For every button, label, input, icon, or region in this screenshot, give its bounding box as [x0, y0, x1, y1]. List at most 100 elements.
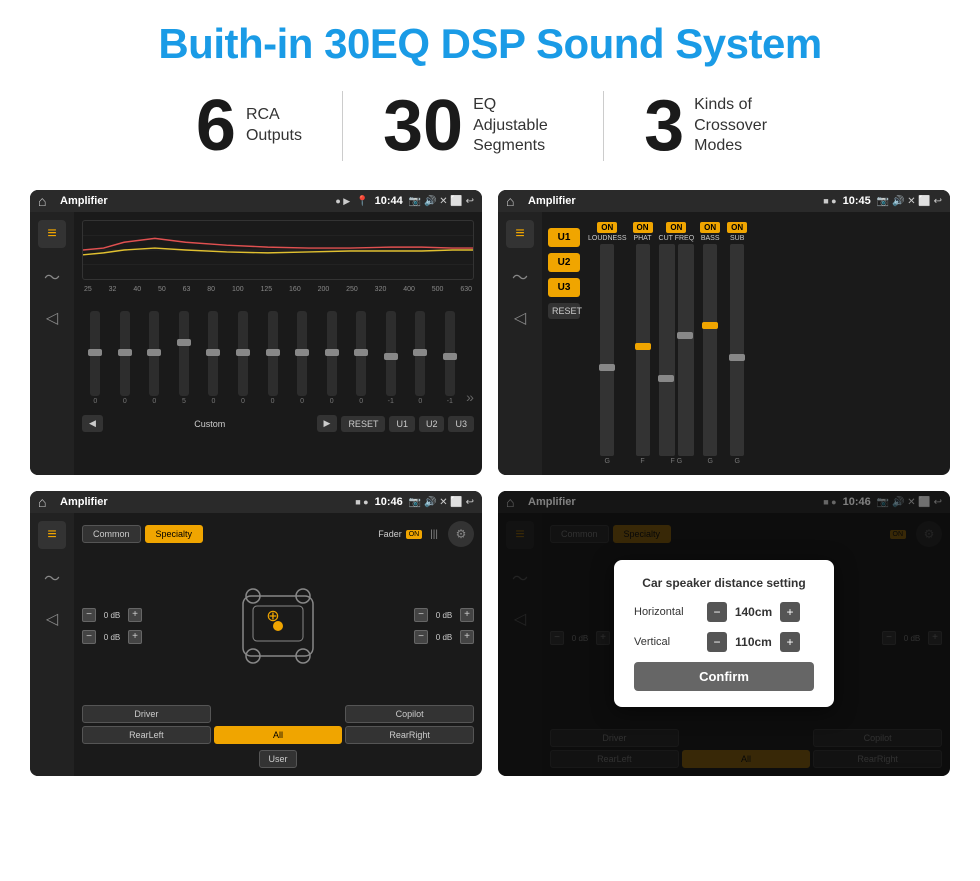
- slider-7[interactable]: 0: [259, 311, 286, 405]
- sub-label: SUB: [730, 235, 744, 242]
- more-arrow[interactable]: »: [466, 389, 474, 405]
- settings-icon[interactable]: ⚙: [448, 521, 474, 547]
- slider-13[interactable]: -1: [437, 311, 464, 405]
- minus-rr[interactable]: −: [414, 630, 428, 644]
- loudness-label: LOUDNESS: [588, 235, 627, 242]
- loudness-val: G: [605, 458, 610, 465]
- copilot-btn[interactable]: Copilot: [345, 705, 474, 723]
- speaker-icon-1[interactable]: ◁: [38, 304, 66, 332]
- slider-5[interactable]: 0: [200, 311, 227, 405]
- eq-icon-1[interactable]: ≡: [38, 220, 66, 248]
- location-icon-1: 📍: [356, 196, 368, 207]
- prev-btn[interactable]: ◀: [82, 415, 103, 432]
- custom-label: Custom: [107, 419, 313, 429]
- minus-fr[interactable]: −: [414, 608, 428, 622]
- slider-10[interactable]: 0: [348, 311, 375, 405]
- stat-text-crossover: Kinds ofCrossover Modes: [694, 95, 784, 157]
- u3-btn-1[interactable]: U3: [448, 416, 474, 432]
- slider-8[interactable]: 0: [289, 311, 316, 405]
- horizontal-row: Horizontal − 140cm +: [634, 602, 814, 622]
- wave-icon-2[interactable]: 〜: [506, 262, 534, 290]
- reset-btn-1[interactable]: RESET: [341, 416, 385, 432]
- common-tab[interactable]: Common: [82, 525, 141, 543]
- wave-icon-1[interactable]: 〜: [38, 262, 66, 290]
- val-rl: 0 dB: [98, 633, 126, 642]
- u3-preset[interactable]: U3: [548, 278, 580, 297]
- speaker-icon-3[interactable]: ◁: [38, 605, 66, 633]
- screens-grid: ⌂ Amplifier ● ▶ 📍 10:44 📷 🔊 ✕ ⬜ ↩ ≡ 〜 ◁: [30, 190, 950, 776]
- eq-icon-2[interactable]: ≡: [506, 220, 534, 248]
- db-control-fr: − 0 dB +: [414, 608, 474, 622]
- stat-crossover: 3 Kinds ofCrossover Modes: [604, 90, 824, 162]
- slider-2[interactable]: 0: [112, 311, 139, 405]
- val-rr: 0 dB: [430, 633, 458, 642]
- rearleft-btn[interactable]: RearLeft: [82, 726, 211, 744]
- slider-12[interactable]: 0: [407, 311, 434, 405]
- stat-number-eq: 30: [383, 90, 463, 162]
- speaker-icon-2[interactable]: ◁: [506, 304, 534, 332]
- time-1: 10:44: [375, 195, 403, 207]
- app-name-2: Amplifier: [528, 195, 817, 207]
- vertical-plus[interactable]: +: [780, 632, 800, 652]
- eq-chart: [82, 220, 474, 280]
- dialog-title: Car speaker distance setting: [634, 576, 814, 590]
- val-fr: 0 dB: [430, 611, 458, 620]
- minus-fl[interactable]: −: [82, 608, 96, 622]
- cutfreq-val: F G: [671, 458, 683, 465]
- phat-label: PHAT: [633, 235, 651, 242]
- right-icons-3: 📷 🔊 ✕ ⬜ ↩: [409, 497, 474, 508]
- phat-on: ON: [633, 222, 653, 233]
- reset-btn-2[interactable]: RESET: [548, 303, 580, 319]
- stat-text-rca: RCAOutputs: [246, 105, 302, 147]
- horizontal-plus[interactable]: +: [780, 602, 800, 622]
- freq-labels: 2532405063 80100125160200 25032040050063…: [82, 286, 474, 293]
- slider-4[interactable]: 5: [171, 311, 198, 405]
- status-icons-1: 📍: [356, 196, 368, 207]
- plus-rr[interactable]: +: [460, 630, 474, 644]
- horizontal-minus[interactable]: −: [707, 602, 727, 622]
- fader-sliders: |||: [430, 529, 438, 540]
- svg-text:⊕: ⊕: [266, 608, 279, 625]
- slider-3[interactable]: 0: [141, 311, 168, 405]
- home-icon-2[interactable]: ⌂: [506, 193, 522, 209]
- wave-icon-3[interactable]: 〜: [38, 563, 66, 591]
- confirm-button[interactable]: Confirm: [634, 662, 814, 691]
- slider-6[interactable]: 0: [230, 311, 257, 405]
- stat-number-crossover: 3: [644, 90, 684, 162]
- screen-dialog: ⌂ Amplifier ■ ● 10:46 📷 🔊 ✕ ⬜ ↩ ≡ 〜 ◁ Co…: [498, 491, 950, 776]
- slider-11[interactable]: -1: [377, 311, 404, 405]
- dialog-overlay: Car speaker distance setting Horizontal …: [498, 491, 950, 776]
- stat-eq: 30 EQ AdjustableSegments: [343, 90, 603, 162]
- val-fl: 0 dB: [98, 611, 126, 620]
- bass-label: BASS: [701, 235, 720, 242]
- vertical-minus[interactable]: −: [707, 632, 727, 652]
- home-icon-1[interactable]: ⌂: [38, 193, 54, 209]
- app-name-1: Amplifier: [60, 195, 329, 207]
- u1-preset[interactable]: U1: [548, 228, 580, 247]
- vertical-value: 110cm: [731, 635, 776, 649]
- status-bar-3: ⌂ Amplifier ■ ● 10:46 📷 🔊 ✕ ⬜ ↩: [30, 491, 482, 513]
- u2-btn-1[interactable]: U2: [419, 416, 445, 432]
- play-btn[interactable]: ▶: [317, 415, 338, 432]
- plus-fl[interactable]: +: [128, 608, 142, 622]
- plus-fr[interactable]: +: [460, 608, 474, 622]
- minus-rl[interactable]: −: [82, 630, 96, 644]
- rearright-btn[interactable]: RearRight: [345, 726, 474, 744]
- slider-9[interactable]: 0: [318, 311, 345, 405]
- plus-rl[interactable]: +: [128, 630, 142, 644]
- driver-btn[interactable]: Driver: [82, 705, 211, 723]
- eq-icon-3[interactable]: ≡: [38, 521, 66, 549]
- slider-1[interactable]: 0: [82, 311, 109, 405]
- time-2: 10:45: [843, 195, 871, 207]
- all-btn[interactable]: All: [214, 726, 343, 744]
- specialty-tab[interactable]: Specialty: [145, 525, 204, 543]
- vertical-row: Vertical − 110cm +: [634, 632, 814, 652]
- home-icon-3[interactable]: ⌂: [38, 494, 54, 510]
- status-bar-2: ⌂ Amplifier ■ ● 10:45 📷 🔊 ✕ ⬜ ↩: [498, 190, 950, 212]
- app-name-3: Amplifier: [60, 496, 349, 508]
- stat-rca: 6 RCAOutputs: [156, 90, 342, 162]
- stat-number-rca: 6: [196, 90, 236, 162]
- u2-preset[interactable]: U2: [548, 253, 580, 272]
- user-btn-3[interactable]: User: [259, 750, 296, 768]
- u1-btn-1[interactable]: U1: [389, 416, 415, 432]
